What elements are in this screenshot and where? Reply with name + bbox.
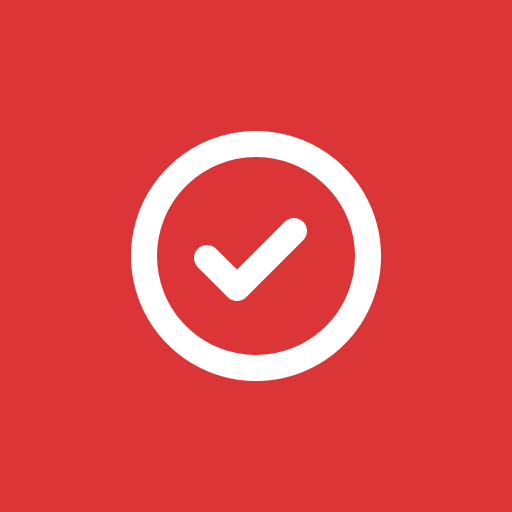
app-tile[interactable]	[0, 0, 512, 512]
check-circle-icon-svg	[131, 131, 381, 381]
check-circle-icon	[0, 0, 512, 512]
checkmark	[194, 218, 307, 301]
